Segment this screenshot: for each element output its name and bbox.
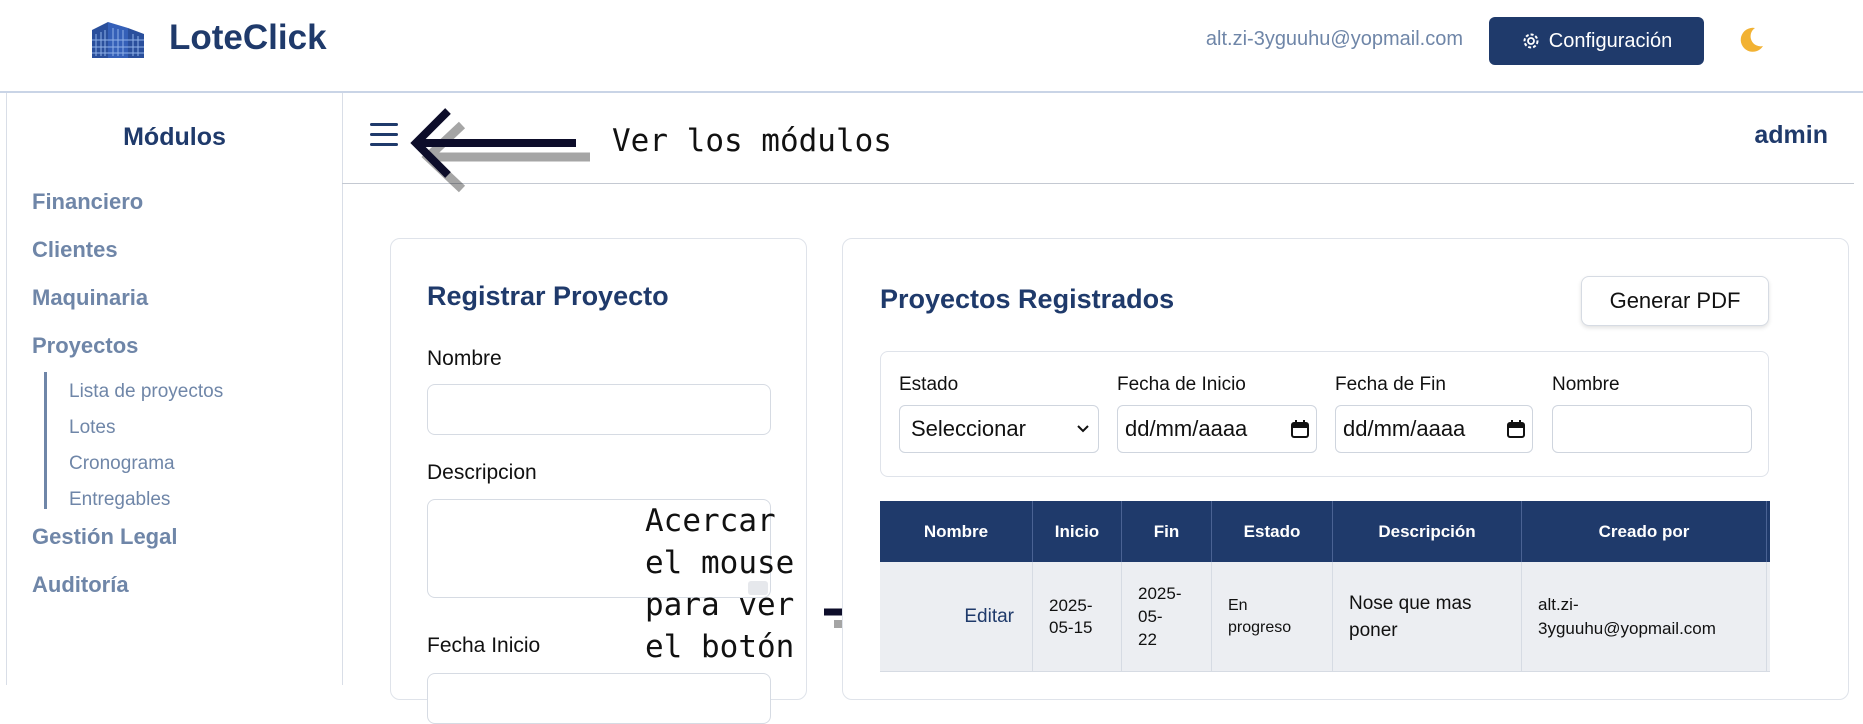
left-arrow-annotation-icon [410, 108, 590, 193]
annotation-mouse: Acercar el mouse para ver el botón [645, 503, 795, 665]
sidebar-subitem-lista-proyectos[interactable]: Lista de proyectos [69, 381, 223, 403]
registered-projects-card: Proyectos Registrados Generar PDF Estado… [842, 238, 1849, 700]
start-date-cell: 2025- 05-15 [1033, 562, 1122, 671]
end-date-cell: 2025- 05- 22 [1122, 562, 1212, 671]
column-header-creado-por[interactable]: Creado por [1522, 501, 1767, 562]
column-header-estado[interactable]: Estado [1212, 501, 1333, 562]
calendar-icon[interactable] [1290, 419, 1310, 439]
sidebar-title: Módulos [123, 123, 226, 151]
start-date-filter-input[interactable]: dd/mm/aaaa [1117, 405, 1317, 453]
top-bar: LoteClick alt.zi-3yguuhu@yopmail.com Con… [0, 0, 1863, 93]
chevron-down-icon [1077, 425, 1089, 433]
main-header: Ver los módulos admin [342, 93, 1854, 193]
start-date-filter-placeholder: dd/mm/aaaa [1125, 416, 1248, 441]
user-role: admin [1754, 121, 1828, 149]
register-project-title: Registrar Proyecto [427, 281, 669, 311]
calendar-icon[interactable] [1506, 419, 1526, 439]
name-input[interactable] [427, 384, 771, 435]
brand-name[interactable]: LoteClick [169, 18, 327, 58]
sidebar: Módulos Financiero Clientes Maquinaria P… [6, 93, 343, 685]
registered-projects-title: Proyectos Registrados [880, 284, 1175, 314]
moon-icon[interactable] [1735, 24, 1767, 56]
end-date-filter-input[interactable]: dd/mm/aaaa [1335, 405, 1533, 453]
table-header: Nombre Inicio Fin Estado Descripción Cre… [880, 501, 1770, 562]
sidebar-subnav: Lista de proyectos Lotes Cronograma Entr… [44, 372, 223, 510]
sidebar-item-proyectos[interactable]: Proyectos [32, 333, 138, 359]
start-date-filter-label: Fecha de Inicio [1117, 374, 1246, 395]
created-by-cell: alt.zi- 3yguuhu@yopmail.com [1522, 562, 1767, 671]
settings-button-label: Configuración [1548, 29, 1673, 52]
sidebar-item-auditoria[interactable]: Auditoría [32, 572, 129, 598]
end-date-filter-label: Fecha de Fin [1335, 374, 1446, 395]
sidebar-item-maquinaria[interactable]: Maquinaria [32, 285, 148, 311]
start-date-input[interactable] [427, 673, 771, 724]
name-filter-input[interactable] [1552, 405, 1752, 453]
start-date-label: Fecha Inicio [427, 634, 541, 657]
sidebar-subitem-lotes[interactable]: Lotes [69, 417, 115, 439]
projects-table: Nombre Inicio Fin Estado Descripción Cre… [880, 501, 1770, 701]
settings-button[interactable]: Configuración [1489, 17, 1704, 65]
gear-icon [1523, 33, 1539, 49]
name-filter-label: Nombre [1552, 374, 1620, 395]
user-email: alt.zi-3yguuhu@yopmail.com [1205, 28, 1463, 50]
table-row: Editar 2025- 05-15 2025- 05- 22 En progr… [880, 562, 1770, 672]
status-cell: En progreso [1212, 562, 1333, 671]
estado-select[interactable]: Seleccionar [899, 405, 1099, 453]
annotation-modules: Ver los módulos [612, 123, 892, 159]
description-cell: Nose que mas poner [1333, 562, 1522, 671]
sidebar-item-clientes[interactable]: Clientes [32, 237, 118, 263]
building-logo-icon [92, 22, 144, 58]
edit-button[interactable]: Editar [964, 606, 1014, 628]
column-header-descripcion[interactable]: Descripción [1333, 501, 1522, 562]
end-date-filter-placeholder: dd/mm/aaaa [1343, 416, 1466, 441]
column-header-nombre[interactable]: Nombre [880, 501, 1033, 562]
name-cell: Editar [880, 562, 1033, 671]
description-label: Descripcion [427, 461, 537, 484]
column-header-inicio[interactable]: Inicio [1033, 501, 1122, 562]
filter-panel: Estado Seleccionar Fecha de Inicio dd/mm… [880, 351, 1769, 477]
name-label: Nombre [427, 347, 502, 370]
generate-pdf-button[interactable]: Generar PDF [1581, 276, 1769, 326]
estado-filter-label: Estado [899, 374, 959, 395]
hamburger-menu-icon[interactable] [370, 123, 398, 147]
sidebar-subitem-cronograma[interactable]: Cronograma [69, 453, 175, 475]
estado-select-value: Seleccionar [911, 416, 1026, 441]
column-header-fin[interactable]: Fin [1122, 501, 1212, 562]
sidebar-item-financiero[interactable]: Financiero [32, 189, 143, 215]
sidebar-subitem-entregables[interactable]: Entregables [69, 489, 170, 511]
sidebar-item-gestion-legal[interactable]: Gestión Legal [32, 524, 177, 550]
